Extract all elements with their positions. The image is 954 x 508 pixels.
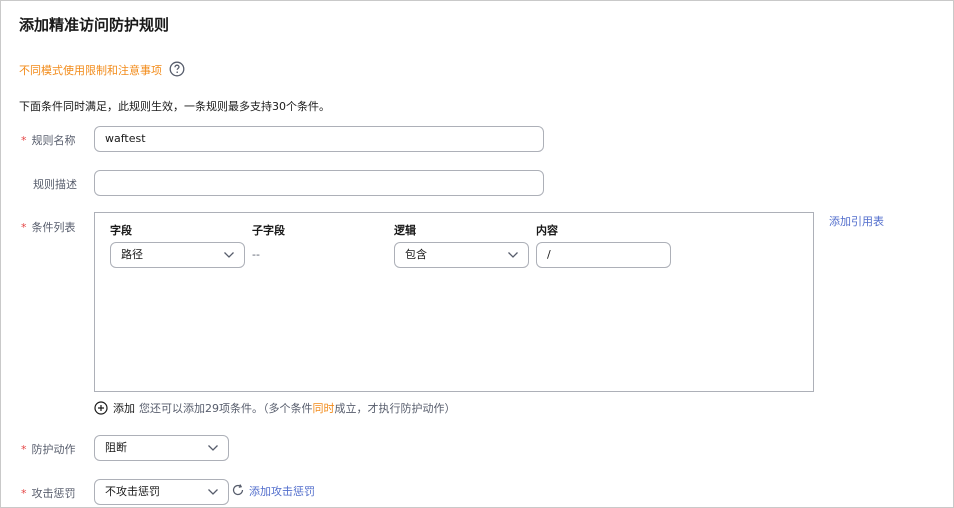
column-header-field: 字段 [110,224,132,237]
next-row-label: * 攻击惩罚 [21,487,76,500]
rule-description-text: 下面条件同时满足，此规则生效，一条规则最多支持30个条件。 [19,100,330,113]
refresh-icon[interactable] [231,483,245,497]
column-header-subfield: 子字段 [252,224,285,237]
add-condition-button[interactable]: 添加 [113,400,135,416]
conditions-label: * 条件列表 [21,221,76,234]
field-select[interactable]: 路径 [110,242,245,268]
required-mark: * [21,487,27,500]
rule-desc-input[interactable] [94,170,544,196]
rule-name-label: * 规则名称 [21,134,76,147]
rule-name-input[interactable]: waftest [94,126,544,152]
logic-select[interactable]: 包含 [394,242,529,268]
add-penalty-link[interactable]: 添加攻击惩罚 [249,483,315,499]
required-mark: * [21,443,27,456]
required-mark: * [21,221,27,234]
content-input[interactable]: / [536,242,671,268]
required-mark: * [21,134,27,147]
chevron-down-icon [208,489,218,495]
chevron-down-icon [508,252,518,258]
add-condition-hint: 您还可以添加29项条件。（多个条件同时成立，才执行防护动作） [139,402,456,415]
add-reference-table-link[interactable]: 添加引用表 [829,213,884,229]
action-select[interactable]: 阻断 [94,435,229,461]
chevron-down-icon [224,252,234,258]
add-condition-row: 添加 您还可以添加29项条件。（多个条件同时成立，才执行防护动作） [94,400,456,416]
subfield-value: -- [252,248,260,261]
dialog-frame: 添加精准访问防护规则 不同模式使用限制和注意事项 下面条件同时满足，此规则生效，… [0,0,954,508]
column-header-logic: 逻辑 [394,224,416,237]
next-row-select[interactable]: 不攻击惩罚 [94,479,229,505]
conditions-table [94,212,814,392]
column-header-content: 内容 [536,224,558,237]
action-label: * 防护动作 [21,443,76,456]
page-title: 添加精准访问防护规则 [19,16,170,34]
chevron-down-icon [208,445,218,451]
rule-desc-label: 规则描述 [33,178,77,191]
notice-link[interactable]: 不同模式使用限制和注意事项 [19,62,162,78]
help-icon[interactable] [169,61,185,77]
plus-circle-icon[interactable] [94,401,108,415]
